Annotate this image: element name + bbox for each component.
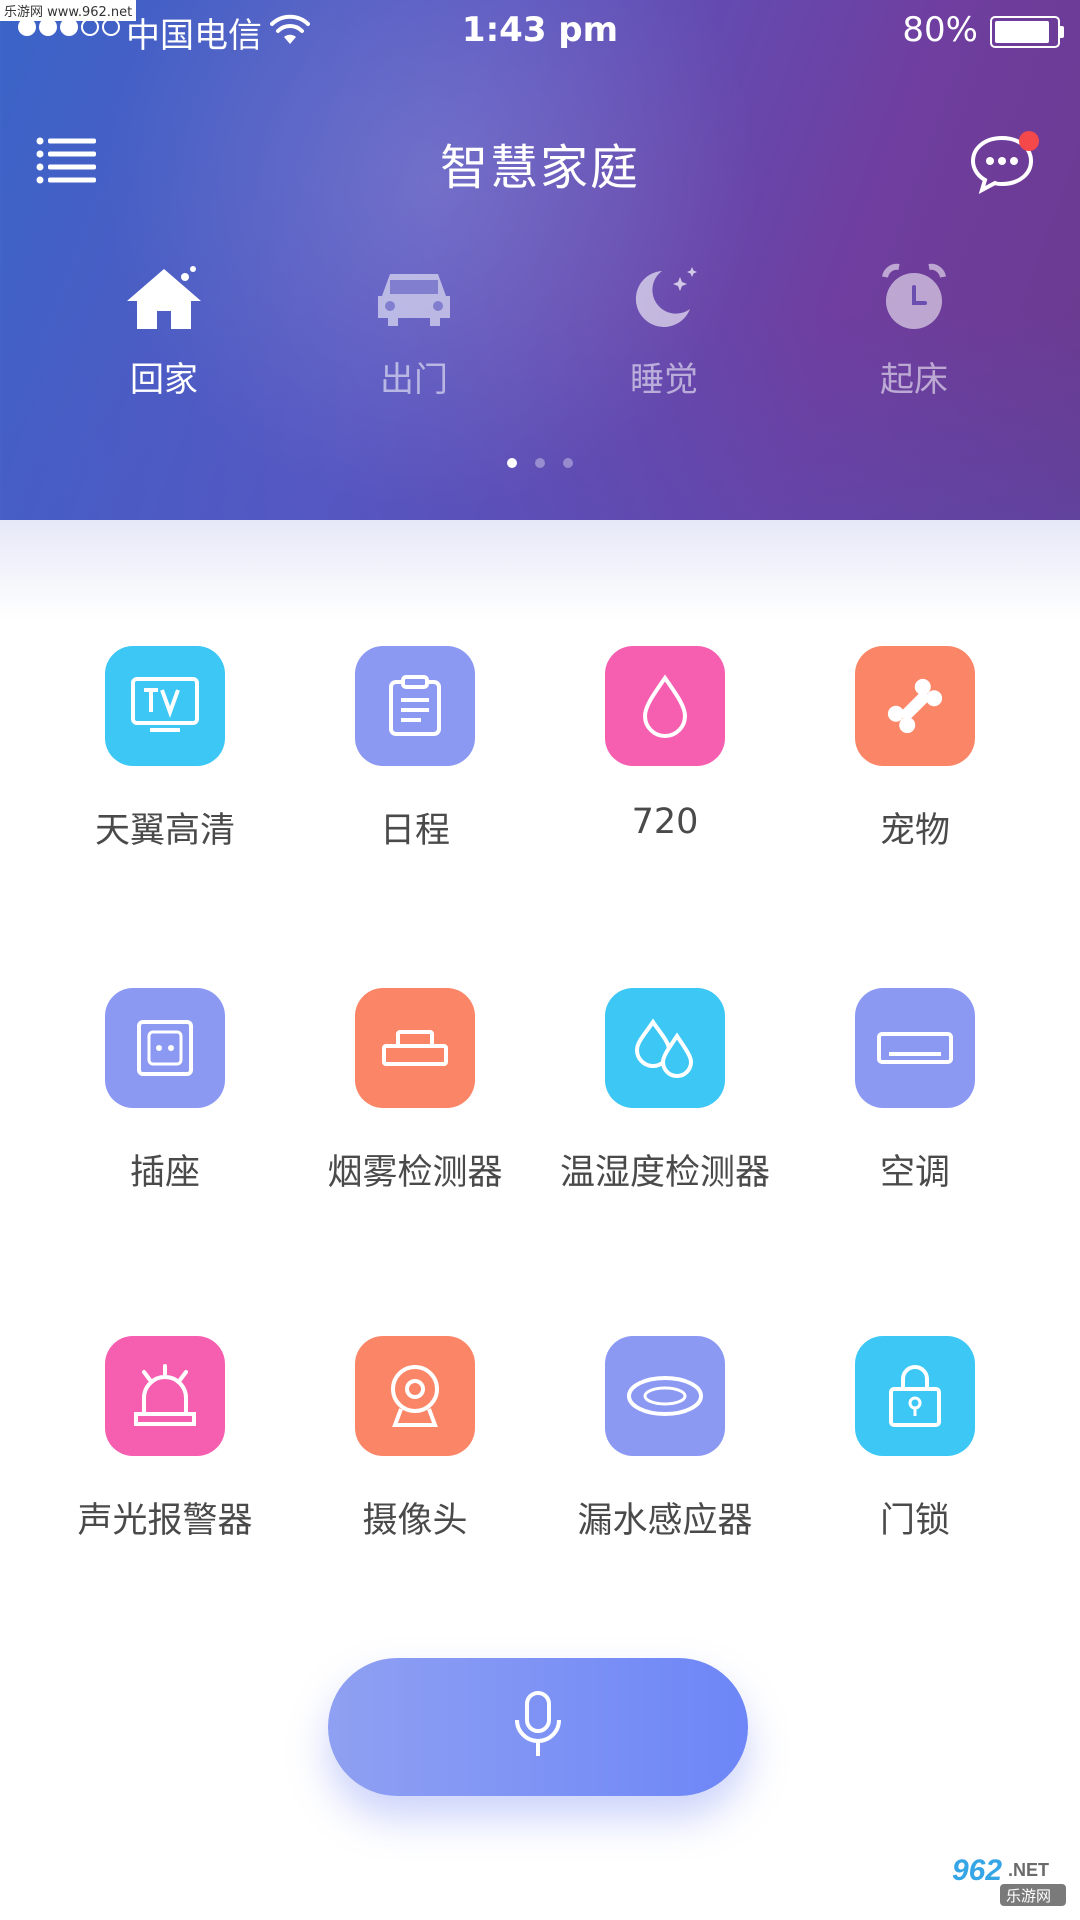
device-tile-socket[interactable]: 插座 bbox=[40, 988, 290, 1195]
device-tile-720[interactable]: 720 bbox=[540, 646, 790, 842]
mode-label: 回家 bbox=[130, 360, 198, 400]
car-icon bbox=[364, 258, 464, 338]
mode-label: 起床 bbox=[880, 360, 948, 400]
microphone-icon bbox=[511, 1690, 565, 1764]
device-label: 宠物 bbox=[879, 811, 950, 851]
device-label: 空调 bbox=[879, 1153, 950, 1193]
status-bar: 中国电信 1:43 pm 80% bbox=[0, 0, 1080, 60]
device-label: 摄像头 bbox=[362, 1501, 468, 1541]
device-tile-humidity[interactable]: 温湿度检测器 bbox=[540, 988, 790, 1195]
scene-modes: 回家 出门 睡觉 起床 bbox=[0, 258, 1080, 418]
camera-icon bbox=[355, 1336, 475, 1456]
watermark: 乐游网 www.962.net bbox=[0, 0, 137, 21]
tv-icon bbox=[105, 646, 225, 766]
device-tile-tv[interactable]: 天翼高清 bbox=[40, 646, 290, 853]
alarm-light-icon bbox=[105, 1336, 225, 1456]
svg-text:乐游网: 乐游网 bbox=[1006, 1887, 1051, 1905]
device-label: 声光报警器 bbox=[77, 1501, 253, 1541]
device-label: 温湿度检测器 bbox=[559, 1153, 770, 1193]
device-label: 720 bbox=[631, 802, 699, 842]
device-tile-smoke[interactable]: 烟雾检测器 bbox=[290, 988, 540, 1195]
mode-label: 睡觉 bbox=[630, 360, 698, 400]
alarm-clock-icon bbox=[864, 258, 964, 338]
device-tile-alarm[interactable]: 声光报警器 bbox=[40, 1336, 290, 1543]
socket-icon bbox=[105, 988, 225, 1108]
drop-icon bbox=[605, 646, 725, 766]
moon-icon bbox=[614, 258, 714, 338]
water-leak-icon bbox=[605, 1336, 725, 1456]
site-logo: 962 .NET 乐游网 bbox=[940, 1844, 1074, 1914]
svg-text:962: 962 bbox=[952, 1854, 1002, 1887]
mode-label: 出门 bbox=[380, 360, 448, 400]
device-tile-pet[interactable]: 宠物 bbox=[790, 646, 1040, 853]
smart-home-screen: 乐游网 www.962.net 中国电信 1:43 pm 80% 智慧家庭 回家… bbox=[0, 0, 1080, 1920]
page-dot bbox=[535, 458, 545, 468]
device-tile-leak[interactable]: 漏水感应器 bbox=[540, 1336, 790, 1543]
battery-percentage: 80% bbox=[902, 10, 978, 50]
device-tile-ac[interactable]: 空调 bbox=[790, 988, 1040, 1195]
device-label: 漏水感应器 bbox=[577, 1501, 753, 1541]
clipboard-icon bbox=[355, 646, 475, 766]
bone-icon bbox=[855, 646, 975, 766]
mode-sleep[interactable]: 睡觉 bbox=[564, 258, 764, 401]
page-indicator bbox=[0, 458, 1080, 468]
air-conditioner-icon bbox=[855, 988, 975, 1108]
device-label: 天翼高清 bbox=[94, 811, 235, 851]
battery-icon bbox=[990, 16, 1064, 48]
mode-leave[interactable]: 出门 bbox=[314, 258, 514, 401]
header-fade bbox=[0, 520, 1080, 620]
notification-dot bbox=[1019, 131, 1039, 151]
smoke-detector-icon bbox=[355, 988, 475, 1108]
device-tile-lock[interactable]: 门锁 bbox=[790, 1336, 1040, 1543]
page-dot bbox=[507, 458, 517, 468]
page-dot bbox=[563, 458, 573, 468]
device-label: 日程 bbox=[379, 811, 450, 851]
mode-wake[interactable]: 起床 bbox=[814, 258, 1014, 401]
mode-home[interactable]: 回家 bbox=[64, 258, 264, 401]
device-label: 插座 bbox=[129, 1153, 200, 1193]
device-tile-schedule[interactable]: 日程 bbox=[290, 646, 540, 853]
svg-text:.NET: .NET bbox=[1008, 1860, 1049, 1880]
page-title: 智慧家庭 bbox=[439, 140, 640, 196]
chat-bubble-icon[interactable] bbox=[970, 130, 1040, 195]
app-header: 智慧家庭 bbox=[0, 120, 1080, 200]
device-tile-camera[interactable]: 摄像头 bbox=[290, 1336, 540, 1543]
humidity-icon bbox=[605, 988, 725, 1108]
voice-input-button[interactable] bbox=[328, 1658, 748, 1796]
home-icon bbox=[114, 258, 214, 338]
lock-icon bbox=[855, 1336, 975, 1456]
device-label: 烟雾检测器 bbox=[327, 1153, 503, 1193]
device-label: 门锁 bbox=[879, 1501, 950, 1541]
